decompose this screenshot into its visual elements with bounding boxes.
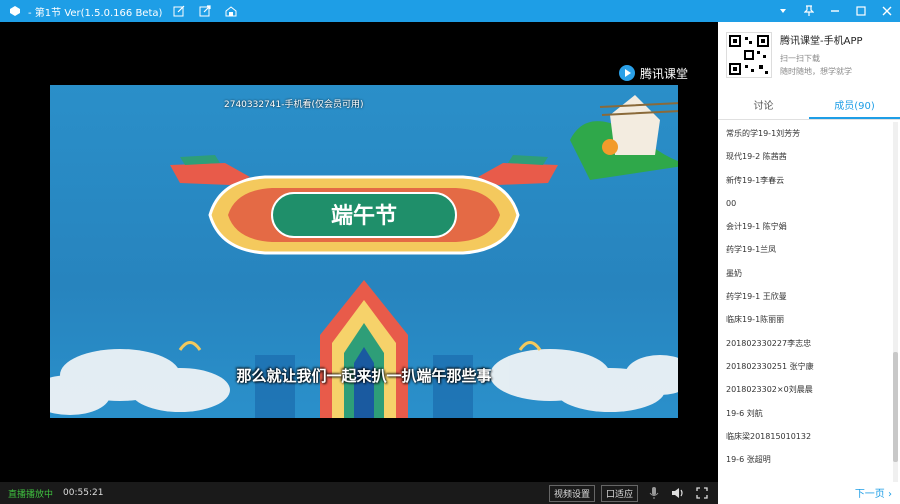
- list-item[interactable]: 19-6 刘航: [718, 402, 893, 425]
- fit-screen-button[interactable]: 口适应: [600, 484, 638, 502]
- live-status: 直播播放中: [8, 489, 54, 500]
- member-list: 常乐的学19-1刘芳芳 现代19-2 陈茜茜 新传19-1李春云 00 会计19…: [718, 122, 893, 482]
- player-control-bar: 直播播放中 00:55:21 视频设置 口适应: [0, 482, 718, 504]
- promo-subtitle: 扫一扫下载: [780, 54, 820, 63]
- maximize-icon[interactable]: [848, 0, 874, 22]
- brand-name: 腾讯课堂: [640, 66, 689, 81]
- list-item[interactable]: 新传19-1李春云: [718, 169, 893, 192]
- list-item[interactable]: 19-6 张超明: [718, 448, 893, 471]
- promo-slogan: 随时随地，想学就学: [780, 67, 852, 76]
- scrollbar-thumb[interactable]: [893, 352, 898, 462]
- close-icon[interactable]: [874, 0, 900, 22]
- next-page-label: 下一页: [854, 489, 885, 500]
- tab-members[interactable]: 成员(90): [809, 94, 900, 119]
- title-bar: - 第1节 Ver(1.5.0.166 Beta): [0, 0, 900, 22]
- list-item[interactable]: 现代19-2 陈茜茜: [718, 145, 893, 168]
- list-item[interactable]: 墨奶: [718, 262, 893, 285]
- app-logo-icon: [8, 4, 22, 18]
- viewer-id-overlay: 2740332741-手机看(仅会员可用): [224, 100, 364, 110]
- list-item[interactable]: 临床19-1陈丽丽: [718, 308, 893, 331]
- video-subtitle: 那么就让我们一起来扒一扒端午那些事: [236, 367, 492, 385]
- brand-watermark: 腾讯课堂: [618, 64, 688, 82]
- list-item[interactable]: 药学19-1兰凤: [718, 238, 893, 261]
- play-logo-icon: [619, 65, 635, 81]
- promo-title: 腾讯课堂-手机APP: [780, 36, 863, 47]
- app-window: - 第1节 Ver(1.5.0.166 Beta) 腾讯课堂 端午节 27403…: [0, 0, 900, 504]
- list-item[interactable]: 00: [718, 192, 893, 215]
- list-item[interactable]: 药学19-1 王欣曼: [718, 285, 893, 308]
- banner-text: 端午节: [331, 203, 397, 229]
- video-settings-button[interactable]: 视频设置: [548, 484, 595, 502]
- dropdown-icon[interactable]: [770, 0, 796, 22]
- list-item[interactable]: 201802330227李志忠: [718, 332, 893, 355]
- list-item[interactable]: 2018023302×0刘晨晨: [718, 378, 893, 401]
- home-icon[interactable]: [222, 2, 240, 20]
- qr-code: [726, 32, 772, 78]
- member-list-scrollbar[interactable]: [893, 122, 898, 482]
- list-item[interactable]: 201802330251 张宁康: [718, 355, 893, 378]
- video-player[interactable]: 腾讯课堂 端午节 2740332741-手机看(仅会员可用) 那么就让我们一起来…: [0, 22, 718, 482]
- minimize-icon[interactable]: [822, 0, 848, 22]
- next-page-link[interactable]: 下一页 ›: [855, 485, 892, 500]
- sidebar: 腾讯课堂-手机APP 扫一扫下载 随时随地，想学就学 讨论 成员(90) 常乐的…: [718, 22, 900, 504]
- fullscreen-icon[interactable]: [694, 485, 710, 501]
- sidebar-tabs: 讨论 成员(90): [718, 94, 900, 120]
- tab-discussion[interactable]: 讨论: [718, 94, 809, 119]
- video-frame: 端午节 2740332741-手机看(仅会员可用) 那么就让我们一起来扒一扒端午…: [50, 85, 678, 418]
- chevron-right-icon: ›: [888, 489, 892, 500]
- window-title: - 第1节 Ver(1.5.0.166 Beta): [28, 7, 163, 19]
- microphone-icon[interactable]: [646, 485, 662, 501]
- pin-icon[interactable]: [796, 0, 822, 22]
- list-item[interactable]: 临床梁201815010132: [718, 425, 893, 448]
- list-item[interactable]: 常乐的学19-1刘芳芳: [718, 122, 893, 145]
- list-item[interactable]: 会计19-1 陈宁娟: [718, 215, 893, 238]
- volume-icon[interactable]: [670, 485, 686, 501]
- share-icon[interactable]: [196, 2, 214, 20]
- elapsed-time: 00:55:21: [63, 488, 104, 498]
- edit-icon[interactable]: [170, 2, 188, 20]
- app-promo: 腾讯课堂-手机APP 扫一扫下载 随时随地，想学就学: [718, 22, 900, 90]
